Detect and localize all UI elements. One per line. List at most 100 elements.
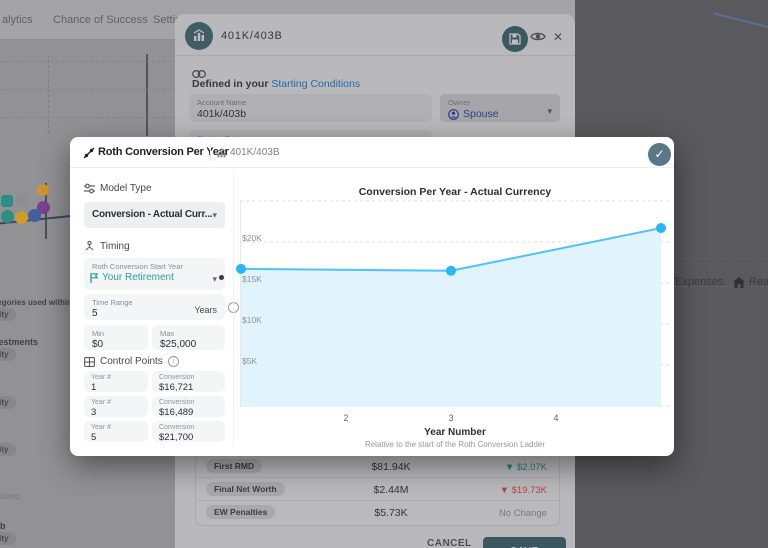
metric-change: ▼ $19.73K <box>499 485 547 496</box>
model-type-select[interactable]: Conversion - Actual Curr... ▾ <box>84 202 225 228</box>
cp-year-value: 5 <box>91 432 97 443</box>
max-value: $25,000 <box>160 339 197 350</box>
bg-priority-pill: rity <box>0 532 17 545</box>
control-point-conversion-input[interactable]: Conversion $16,489 <box>152 396 225 418</box>
cp-year-label: Year # <box>91 374 111 381</box>
milestone-badge-teal-square <box>1 195 13 207</box>
owner-value: Spouse <box>440 107 560 120</box>
tab-expenses[interactable]: Expenses <box>675 276 723 288</box>
cp-year-label: Year # <box>91 424 111 431</box>
start-year-value: Your Retirement <box>84 271 225 283</box>
chart-point[interactable] <box>656 223 666 234</box>
cp-conversion-value: $16,721 <box>159 382 194 393</box>
start-year-select[interactable]: Roth Conversion Start Year Your Retireme… <box>84 258 225 290</box>
metric-label-pill: First RMD <box>206 459 263 473</box>
metric-label-pill: EW Penalties <box>206 505 276 519</box>
tune-icon <box>84 183 95 194</box>
y-axis-label: $10K <box>242 315 262 325</box>
save-button[interactable]: SAVE <box>483 537 566 548</box>
cancel-button[interactable]: CANCEL <box>427 538 472 548</box>
preview-icon-button[interactable] <box>530 31 546 42</box>
bg-priority-pill: rity <box>0 443 17 456</box>
control-point-year-input[interactable]: Year # 5 <box>84 421 148 443</box>
defined-in-row: Defined in your Starting Conditions <box>192 70 360 90</box>
min-input[interactable]: Min $0 <box>84 325 148 350</box>
cp-conversion-value: $16,489 <box>159 407 194 418</box>
editor-header: Roth Conversion Per Year 401K/403B ✓ <box>70 137 674 168</box>
account-chip: 401K/403B <box>230 147 280 158</box>
timing-section-label: Timing <box>84 241 130 252</box>
cp-year-value: 3 <box>91 407 97 418</box>
chart-x-axis-note: Relative to the start of the Roth Conver… <box>364 440 546 449</box>
bg-text-categories-note: nt categories used within <box>0 298 73 307</box>
account-name-field[interactable]: Account Name 401k/403b <box>189 94 432 122</box>
header-divider <box>210 144 211 161</box>
control-point-year-input[interactable]: Year # 1 <box>84 371 148 393</box>
x-axis-tick: 2 <box>343 413 349 423</box>
control-point-year-input[interactable]: Year # 3 <box>84 396 148 418</box>
start-year-label: Roth Conversion Start Year <box>92 262 183 271</box>
chevron-down-icon: ▾ <box>547 106 552 116</box>
x-axis-tick: 4 <box>553 413 559 423</box>
min-label: Min <box>92 329 105 338</box>
model-type-section-label: Model Type <box>84 183 152 194</box>
flag-icon <box>90 272 98 283</box>
account-name-value: 401k/403b <box>197 108 247 120</box>
y-axis-label: $15K <box>242 274 262 284</box>
control-point-conversion-input[interactable]: Conversion $16,721 <box>152 371 225 393</box>
metric-label-pill: Final Net Worth <box>206 482 285 496</box>
chart-point[interactable] <box>236 263 246 274</box>
max-label: Max <box>160 329 175 338</box>
x-axis-tick: 3 <box>448 413 454 423</box>
info-icon[interactable]: i <box>167 356 179 367</box>
owner-label: Owner <box>448 98 471 107</box>
bg-gridline <box>0 61 175 62</box>
metric-value: $5.73K <box>374 507 408 519</box>
table-row: Final Net Worth $2.44M ▼ $19.73K <box>196 478 559 501</box>
cp-conversion-label: Conversion <box>159 424 195 431</box>
nav-item-chance-of-success[interactable]: Chance of Success <box>53 14 148 26</box>
save-icon-button[interactable] <box>502 26 528 52</box>
owner-select[interactable]: Owner Spouse ▾ <box>440 94 560 122</box>
metric-change: No Change <box>498 508 547 519</box>
bg-text-prioritized: ioritized <box>0 492 20 501</box>
min-value: $0 <box>92 339 104 350</box>
timing-icon <box>85 241 94 251</box>
account-modal-title: 401K/403B <box>221 30 283 42</box>
bg-gridline <box>0 89 175 90</box>
confirm-button[interactable]: ✓ <box>648 143 671 166</box>
control-points-section-label: Control Points i <box>84 356 179 367</box>
close-icon[interactable]: ✕ <box>553 30 563 44</box>
bg-chart-gridline-vertical <box>48 55 49 133</box>
bg-priority-pill: rity <box>0 396 17 409</box>
cp-conversion-value: $21,700 <box>159 432 194 443</box>
link-icon <box>192 70 206 78</box>
chart-point[interactable] <box>446 265 456 276</box>
table-row: EW Penalties $5.73K No Change <box>196 501 559 524</box>
time-range-unit: Years <box>194 305 217 315</box>
chevron-down-icon: ▾ <box>212 210 217 220</box>
milestone-badge-orange <box>37 184 49 196</box>
timeline-icon <box>83 147 95 159</box>
account-modal-header: 401K/403B ✕ <box>175 14 575 56</box>
investment-account-icon <box>185 22 213 50</box>
starting-conditions-link[interactable]: Starting Conditions <box>271 78 360 90</box>
nav-item-analytics[interactable]: alytics <box>2 14 33 26</box>
control-point-conversion-input[interactable]: Conversion $21,700 <box>152 421 225 443</box>
milestone-badge-yellow <box>15 211 28 224</box>
chart-x-axis-label: Year Number <box>424 427 486 438</box>
grid-icon <box>84 356 95 367</box>
table-row: First RMD $81.94K ▼ $2.07K <box>196 455 559 478</box>
house-icon <box>733 276 745 288</box>
milestone-badge-teal <box>1 210 14 223</box>
conversion-chart-svg <box>236 200 670 407</box>
account-name-label: Account Name <box>197 98 247 107</box>
cp-year-label: Year # <box>91 399 111 406</box>
tab-real-estate[interactable]: Real <box>733 276 768 288</box>
time-range-input[interactable]: Time Range 5 Years <box>84 294 225 320</box>
metric-value: $2.44M <box>373 484 409 496</box>
y-axis-label: $20K <box>242 233 262 243</box>
max-input[interactable]: Max $25,000 <box>152 325 225 350</box>
bg-chart-line-fragment <box>713 12 768 30</box>
y-axis-label: $5K <box>242 356 258 366</box>
